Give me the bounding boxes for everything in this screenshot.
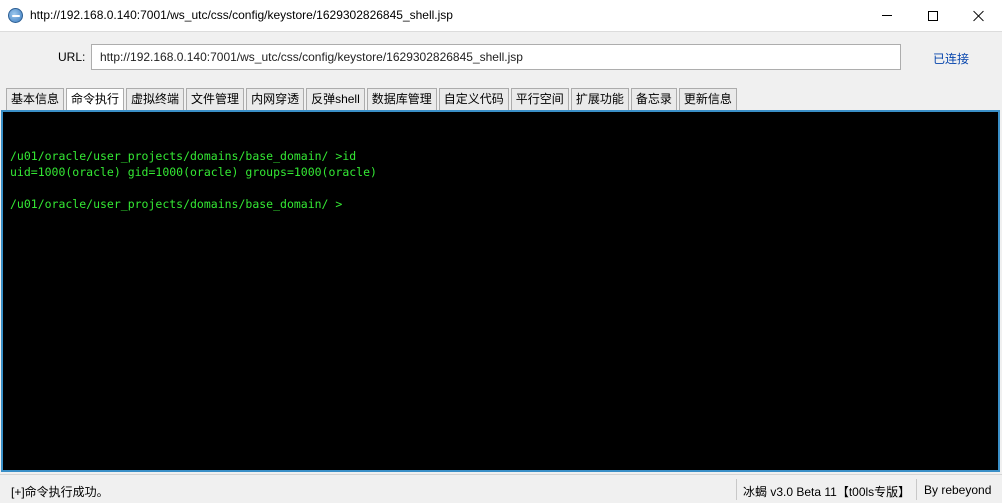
terminal-line: uid=1000(oracle) gid=1000(oracle) groups… xyxy=(10,165,377,179)
status-divider xyxy=(916,479,917,500)
tab-update-info[interactable]: 更新信息 xyxy=(678,88,737,110)
tab-command-exec[interactable]: 命令执行 xyxy=(66,88,125,111)
url-input[interactable]: http://192.168.0.140:7001/ws_utc/css/con… xyxy=(91,44,901,70)
maximize-button[interactable] xyxy=(910,0,956,31)
terminal-line: /u01/oracle/user_projects/domains/base_d… xyxy=(10,197,343,211)
tab-virtual-terminal[interactable]: 虚拟终端 xyxy=(126,88,185,110)
tab-bar: 基本信息 命令执行 虚拟终端 文件管理 内网穿透 反弹shell 数据库管理 自… xyxy=(6,88,739,111)
status-message: [+]命令执行成功。 xyxy=(11,485,109,499)
minimize-button[interactable] xyxy=(864,0,910,31)
version-label: 冰蝎 v3.0 Beta 11【t00ls专版】 xyxy=(743,485,911,499)
close-button[interactable] xyxy=(956,0,1002,31)
connection-status[interactable]: 已连接 xyxy=(933,50,969,67)
tab-database-manager[interactable]: 数据库管理 xyxy=(366,88,437,110)
status-bar: [+]命令执行成功。 冰蝎 v3.0 Beta 11【t00ls专版】 By r… xyxy=(0,474,1002,503)
app-icon xyxy=(8,8,23,23)
author-label: By rebeyond xyxy=(924,483,992,497)
terminal-line: /u01/oracle/user_projects/domains/base_d… xyxy=(10,149,357,163)
close-icon xyxy=(973,10,985,22)
tab-extensions[interactable]: 扩展功能 xyxy=(570,88,629,110)
tab-intranet-tunnel[interactable]: 内网穿透 xyxy=(246,88,305,110)
status-divider xyxy=(736,479,737,500)
maximize-icon xyxy=(928,10,938,21)
tab-basic-info[interactable]: 基本信息 xyxy=(6,88,65,110)
title-bar: http://192.168.0.140:7001/ws_utc/css/con… xyxy=(0,0,1002,31)
url-bar: URL: http://192.168.0.140:7001/ws_utc/cs… xyxy=(0,31,1002,85)
tab-reverse-shell[interactable]: 反弹shell xyxy=(306,88,365,110)
tab-parallel-space[interactable]: 平行空间 xyxy=(510,88,569,110)
command-terminal[interactable]: /u01/oracle/user_projects/domains/base_d… xyxy=(1,110,1000,472)
url-label: URL: xyxy=(58,50,86,64)
tab-custom-code[interactable]: 自定义代码 xyxy=(438,88,509,110)
window-title: http://192.168.0.140:7001/ws_utc/css/con… xyxy=(30,8,453,22)
minimize-icon xyxy=(882,15,892,16)
tab-memo[interactable]: 备忘录 xyxy=(630,88,677,110)
tab-file-manager[interactable]: 文件管理 xyxy=(186,88,245,110)
